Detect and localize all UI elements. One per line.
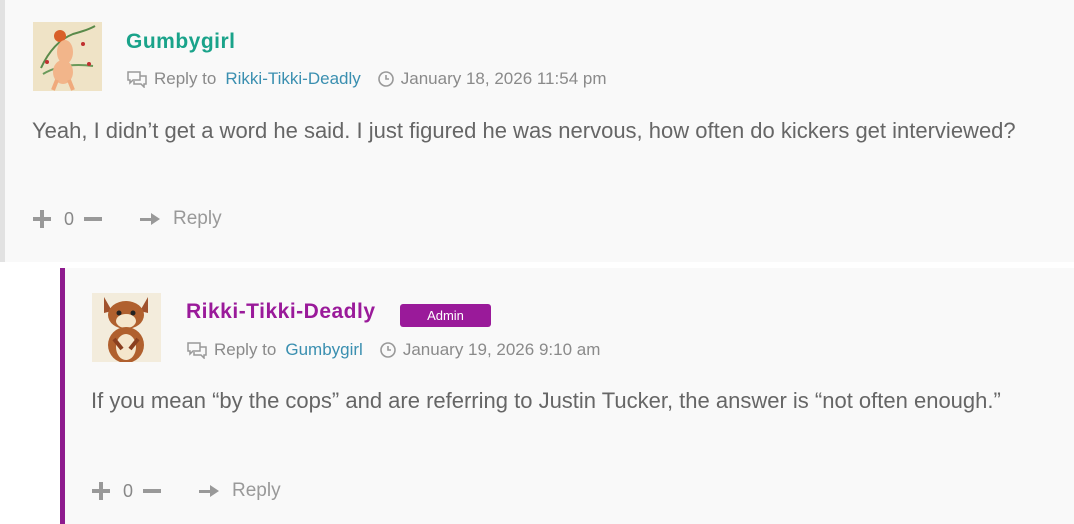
upvote-icon[interactable] (32, 209, 52, 229)
vote-count: 0 (123, 480, 134, 501)
admin-badge: Admin (400, 304, 491, 327)
comment-date[interactable]: January 18, 2026 11:54 pm (401, 69, 607, 89)
comment-author[interactable]: Rikki-Tikki-Deadly (186, 300, 376, 324)
reply-arrow-icon (139, 210, 161, 228)
comment-author[interactable]: Gumbygirl (126, 30, 236, 54)
reply-to-link[interactable]: Rikki-Tikki-Deadly (225, 69, 360, 89)
comment-actions: 0 Reply (91, 480, 281, 502)
reply-to-link[interactable]: Gumbygirl (285, 340, 362, 360)
comment: Gumbygirl Reply to Rikki-Tikki-Deadly Ja… (0, 0, 1074, 262)
chat-bubble-icon (186, 341, 208, 359)
reply-label: Reply (232, 480, 281, 501)
comment-meta: Reply to Rikki-Tikki-Deadly January 18, … (126, 69, 606, 89)
reply-label: Reply (173, 208, 222, 229)
clock-icon (379, 341, 397, 359)
reply-button[interactable]: Reply (198, 480, 281, 502)
reply-button[interactable]: Reply (139, 208, 222, 230)
reply-arrow-icon (198, 482, 220, 500)
reply-to-label: Reply to (154, 69, 217, 88)
chat-bubble-icon (126, 70, 148, 88)
avatar[interactable] (92, 293, 161, 362)
comment-text: If you mean “by the cops” and are referr… (91, 388, 1001, 413)
comment-actions: 0 Reply (32, 208, 222, 230)
comment-date[interactable]: January 19, 2026 9:10 am (403, 340, 601, 360)
downvote-icon[interactable] (83, 209, 103, 229)
vote-count: 0 (64, 208, 75, 229)
downvote-icon[interactable] (142, 481, 162, 501)
comment-meta: Reply to Gumbygirl January 19, 2026 9:10… (186, 340, 600, 360)
comment: Rikki-Tikki-Deadly Admin Reply to Gumbyg… (60, 268, 1074, 524)
avatar[interactable] (33, 22, 102, 91)
comment-text: Yeah, I didn’t get a word he said. I jus… (32, 118, 1016, 143)
upvote-icon[interactable] (91, 481, 111, 501)
reply-to-label: Reply to (214, 340, 277, 359)
clock-icon (377, 70, 395, 88)
